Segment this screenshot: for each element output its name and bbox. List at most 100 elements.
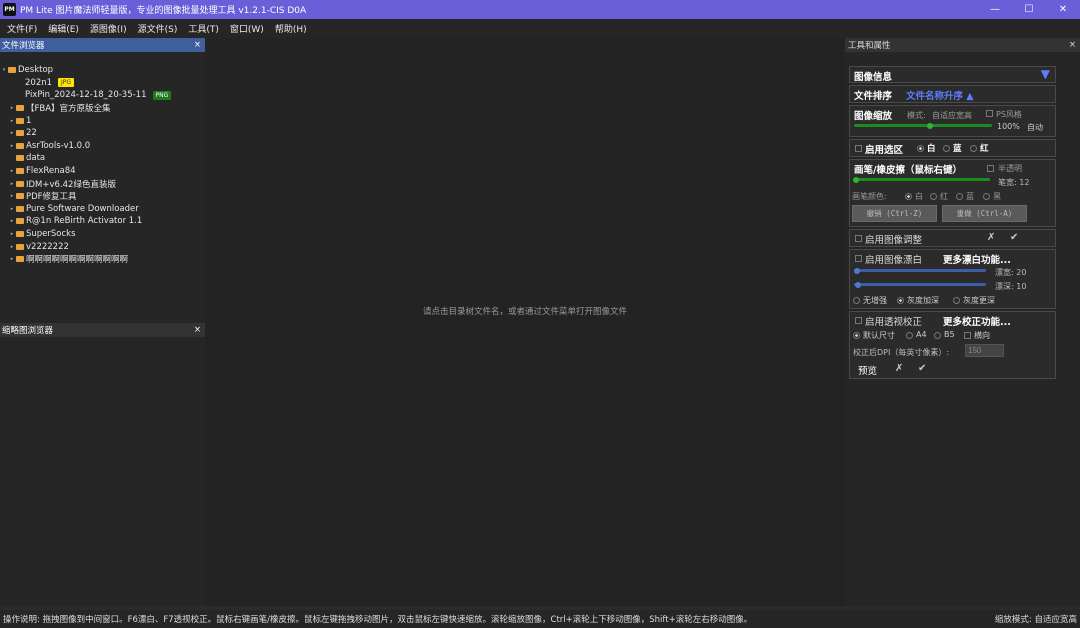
image-canvas[interactable]: 请点击目录树文件名，或者通过文件菜单打开图像文件: [205, 38, 845, 606]
b5-radio[interactable]: [934, 332, 941, 339]
expanded-arrow-icon[interactable]: ▾: [0, 67, 8, 73]
a4-radio[interactable]: [906, 332, 913, 339]
menu-window[interactable]: 窗口(W): [230, 22, 264, 35]
enable-perspective-checkbox[interactable]: [855, 317, 862, 324]
tree-folder[interactable]: ▸ SuperSocks: [0, 228, 205, 241]
gray-deeper-radio[interactable]: [953, 297, 960, 304]
zoom-slider[interactable]: [854, 122, 992, 129]
zoom-auto[interactable]: 自动: [1027, 122, 1043, 133]
tree-folder[interactable]: ▸ 【FBA】官方原版全集: [0, 102, 205, 115]
tree-folder[interactable]: ▸ 22: [0, 127, 205, 140]
tree-item-desktop[interactable]: ▾ Desktop: [0, 64, 205, 77]
menu-source-image[interactable]: 源图像(I): [90, 22, 127, 35]
thumbnail-browser-title: 缩略图浏览器: [2, 326, 54, 336]
thumbnail-browser-close-icon[interactable]: ×: [194, 325, 201, 335]
redo-button[interactable]: 重做 (Ctrl-A): [942, 205, 1027, 222]
semi-transparent-checkbox[interactable]: [987, 165, 994, 172]
adjust-cancel-icon[interactable]: ✗: [987, 232, 995, 243]
close-button[interactable]: ✕: [1046, 0, 1080, 19]
perspective-confirm-icon[interactable]: ✔: [918, 363, 926, 374]
no-enhance-radio[interactable]: [853, 297, 860, 304]
enable-whiten-checkbox[interactable]: [855, 255, 862, 262]
tree-folder[interactable]: ▸ R@1n ReBirth Activator 1.1: [0, 215, 205, 228]
default-size-radio[interactable]: [853, 332, 860, 339]
tree-folder[interactable]: ▸ IDM+v6.42绿色直装版: [0, 177, 205, 190]
canvas-hint: 请点击目录树文件名，或者通过文件菜单打开图像文件: [422, 307, 627, 317]
minimize-button[interactable]: —: [978, 0, 1012, 19]
perspective-section: 启用透视校正 更多校正功能... 默认尺寸 A4 B5 横向 校正后DPI（每英…: [849, 311, 1056, 379]
menu-help[interactable]: 帮助(H): [275, 22, 307, 35]
more-whiten-link[interactable]: 更多漂白功能...: [943, 252, 1011, 266]
brush-blue-radio[interactable]: [956, 193, 963, 200]
brush-width-slider-handle[interactable]: [853, 176, 859, 183]
enable-adjust-label: 启用图像调整: [865, 235, 923, 246]
zoom-mode-label: 模式:: [907, 111, 926, 120]
collapsed-arrow-icon[interactable]: ▸: [8, 218, 16, 224]
gray-deepen-radio[interactable]: [897, 297, 904, 304]
selection-section: 启用选区 白 蓝 红: [849, 139, 1056, 157]
dpi-label: 校正后DPI（每英寸像素）:: [853, 348, 950, 357]
menu-edit[interactable]: 编辑(E): [48, 22, 79, 35]
whiten-width-value: 漂宽: 20: [995, 268, 1027, 277]
collapsed-arrow-icon[interactable]: ▸: [8, 206, 16, 212]
collapsed-arrow-icon[interactable]: ▸: [8, 105, 16, 111]
dpi-input[interactable]: [965, 344, 1004, 357]
image-info-section[interactable]: 图像信息 ▼: [849, 66, 1056, 83]
title-bar: PM PM Lite 图片魔法师轻量版，专业的图像批量处理工具 v1.2.1-C…: [0, 0, 1080, 19]
collapsed-arrow-icon[interactable]: ▸: [8, 130, 16, 136]
collapsed-arrow-icon[interactable]: ▸: [8, 193, 16, 199]
file-browser-close-icon[interactable]: ×: [194, 40, 201, 50]
tree-folder[interactable]: ▸ 1: [0, 114, 205, 127]
file-sort-value[interactable]: 文件名称升序 ▲: [906, 88, 974, 102]
tree-folder[interactable]: ▸ Pure Software Downloader: [0, 203, 205, 216]
tree-folder[interactable]: ▸ AsrTools-v1.0.0: [0, 140, 205, 153]
tree-file[interactable]: PixPin_2024-12-18_20-35-11 PNG: [0, 89, 205, 102]
zoom-mode-value[interactable]: 自适应宽高: [932, 110, 972, 121]
collapsed-arrow-icon[interactable]: ▸: [8, 118, 16, 124]
brush-white-radio[interactable]: [905, 193, 912, 200]
whiten-depth-slider[interactable]: [854, 281, 986, 288]
brush-color-label: 画笔颜色:: [852, 192, 887, 201]
zoom-slider-handle[interactable]: [926, 122, 933, 129]
tree-file[interactable]: 202n1 JPG: [0, 77, 205, 90]
tree-folder[interactable]: ▸ v2222222: [0, 240, 205, 253]
perspective-cancel-icon[interactable]: ✗: [895, 363, 903, 374]
collapsed-arrow-icon[interactable]: ▸: [8, 231, 16, 237]
whiten-depth-value: 漂深: 10: [995, 282, 1027, 291]
brush-width-slider[interactable]: [853, 176, 990, 183]
tree-folder[interactable]: ▸ PDF修复工具: [0, 190, 205, 203]
tree-folder[interactable]: ▸ FlexRena84: [0, 165, 205, 178]
whiten-depth-slider-handle[interactable]: [855, 281, 861, 288]
collapsed-arrow-icon[interactable]: ▸: [8, 181, 16, 187]
tree-folder[interactable]: data: [0, 152, 205, 165]
collapsed-arrow-icon[interactable]: ▸: [8, 143, 16, 149]
whiten-width-slider-handle[interactable]: [854, 267, 860, 274]
expand-arrow-icon[interactable]: ▼: [1041, 67, 1050, 81]
collapsed-arrow-icon[interactable]: ▸: [8, 244, 16, 250]
collapsed-arrow-icon[interactable]: ▸: [8, 168, 16, 174]
selection-white-radio[interactable]: [917, 145, 924, 152]
enable-adjust-checkbox[interactable]: [855, 235, 862, 242]
landscape-checkbox[interactable]: [964, 332, 971, 339]
menu-source-file[interactable]: 源文件(S): [138, 22, 178, 35]
brush-black-radio[interactable]: [983, 193, 990, 200]
more-perspective-link[interactable]: 更多校正功能...: [943, 314, 1011, 328]
folder-icon: [16, 155, 24, 162]
selection-red-radio[interactable]: [970, 145, 977, 152]
menu-tools[interactable]: 工具(T): [188, 22, 219, 35]
jpg-badge: JPG: [58, 78, 75, 88]
collapsed-arrow-icon[interactable]: ▸: [8, 256, 16, 262]
maximize-button[interactable]: ☐: [1012, 0, 1046, 19]
tools-close-icon[interactable]: ×: [1069, 40, 1076, 50]
preview-button[interactable]: 预览: [858, 363, 877, 377]
brush-label: 画笔/橡皮擦（鼠标右键）: [854, 165, 962, 176]
undo-button[interactable]: 撤销 (Ctrl-Z): [852, 205, 937, 222]
tree-folder[interactable]: ▸ 啊啊啊啊啊啊啊啊啊啊啊啊: [0, 253, 205, 266]
selection-blue-radio[interactable]: [943, 145, 950, 152]
whiten-width-slider[interactable]: [854, 267, 986, 274]
enable-selection-checkbox[interactable]: [855, 145, 862, 152]
brush-red-radio[interactable]: [930, 193, 937, 200]
menu-file[interactable]: 文件(F): [7, 22, 37, 35]
ps-style-checkbox[interactable]: [986, 110, 993, 117]
adjust-confirm-icon[interactable]: ✔: [1010, 232, 1018, 243]
